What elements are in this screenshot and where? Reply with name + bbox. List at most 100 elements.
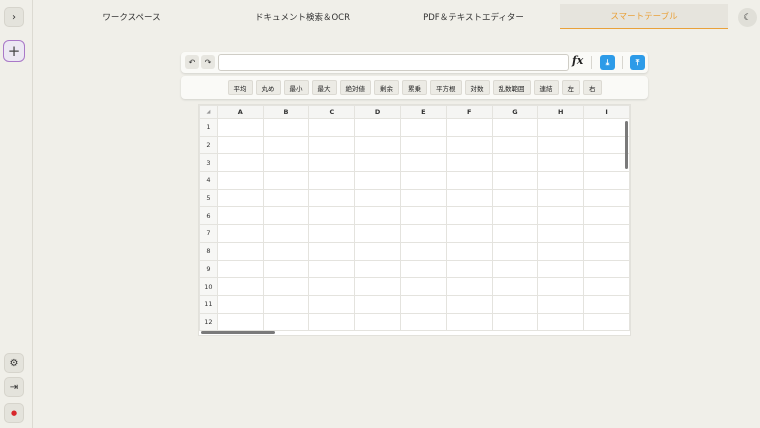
cell[interactable] [354, 224, 402, 243]
cell[interactable] [308, 312, 356, 332]
cell[interactable] [400, 312, 447, 332]
column-header[interactable]: E [400, 105, 447, 119]
cell[interactable] [583, 153, 630, 173]
cell[interactable] [445, 206, 493, 226]
cell[interactable] [354, 241, 402, 261]
row-header[interactable]: 5 [199, 188, 218, 208]
cell[interactable] [400, 241, 447, 261]
row-header[interactable]: 11 [199, 294, 218, 314]
cell[interactable] [216, 171, 264, 190]
cell[interactable] [308, 153, 356, 173]
cell[interactable] [445, 171, 493, 190]
cell[interactable] [491, 135, 539, 155]
cell[interactable] [354, 277, 402, 296]
cell[interactable] [400, 171, 447, 190]
cell[interactable] [400, 277, 447, 296]
row-header[interactable]: 8 [199, 241, 218, 261]
cell[interactable] [354, 294, 402, 314]
cell[interactable] [262, 224, 310, 243]
cell[interactable] [400, 188, 447, 208]
download-button[interactable]: ⤓ [600, 55, 615, 70]
cell[interactable] [262, 294, 310, 314]
cell[interactable] [491, 153, 539, 173]
upload-button[interactable]: ⤒ [630, 55, 645, 70]
cell[interactable] [262, 312, 310, 332]
cell[interactable] [400, 135, 447, 155]
row-header[interactable]: 9 [199, 259, 218, 279]
cell[interactable] [354, 153, 402, 173]
column-header[interactable]: F [445, 105, 493, 119]
cell[interactable] [216, 277, 264, 296]
func-min-button[interactable]: 最小 [283, 80, 309, 95]
column-header[interactable]: H [537, 105, 585, 119]
cell[interactable] [583, 206, 630, 226]
cell[interactable] [262, 135, 310, 155]
cell[interactable] [262, 277, 310, 296]
func-right-button[interactable]: 右 [583, 80, 602, 95]
cell[interactable] [537, 294, 585, 314]
cell[interactable] [262, 259, 310, 279]
func-abs-button[interactable]: 絶対値 [339, 80, 371, 95]
cell[interactable] [400, 259, 447, 279]
cell[interactable] [491, 259, 539, 279]
cell[interactable] [445, 277, 493, 296]
cell[interactable] [583, 135, 630, 155]
cell[interactable] [216, 118, 264, 137]
add-button[interactable]: + [3, 40, 25, 62]
cell[interactable] [445, 259, 493, 279]
cell[interactable] [445, 188, 493, 208]
cell[interactable] [354, 188, 402, 208]
cell[interactable] [491, 188, 539, 208]
cell[interactable] [262, 188, 310, 208]
cell[interactable] [308, 277, 356, 296]
cell[interactable] [445, 135, 493, 155]
tab-workspace[interactable]: ワークスペース [33, 4, 230, 29]
cell[interactable] [308, 259, 356, 279]
cell[interactable] [537, 277, 585, 296]
cell[interactable] [308, 241, 356, 261]
cell[interactable] [583, 188, 630, 208]
theme-toggle-button[interactable]: ☾ [738, 8, 757, 27]
cell[interactable] [583, 171, 630, 190]
tab-smart-table[interactable]: スマートテーブル [560, 4, 728, 29]
cell[interactable] [400, 206, 447, 226]
cell[interactable] [400, 294, 447, 314]
row-header[interactable]: 3 [199, 153, 218, 173]
formula-input[interactable] [218, 54, 569, 71]
cell[interactable] [262, 206, 310, 226]
logout-button[interactable]: ⇥ [4, 377, 24, 397]
cell[interactable] [583, 118, 630, 137]
cell[interactable] [400, 153, 447, 173]
redo-button[interactable]: ↷ [201, 55, 215, 69]
func-max-button[interactable]: 最大 [311, 80, 337, 95]
row-header[interactable]: 7 [199, 224, 218, 243]
func-mod-button[interactable]: 剰余 [374, 80, 399, 95]
cell[interactable] [308, 188, 356, 208]
record-button[interactable]: ● [4, 403, 24, 423]
func-randbetween-button[interactable]: 乱数範囲 [492, 80, 531, 95]
func-power-button[interactable]: 累乗 [402, 80, 427, 95]
row-header[interactable]: 1 [199, 118, 218, 137]
column-header[interactable]: A [216, 105, 264, 119]
cell[interactable] [537, 206, 585, 226]
cell[interactable] [491, 312, 539, 332]
cell[interactable] [262, 171, 310, 190]
cell[interactable] [354, 312, 402, 332]
cell[interactable] [262, 241, 310, 261]
spreadsheet[interactable]: ◢ ABCDEFGHI 1 2 3 4 5 6 7 8 9 10 11 12 [198, 104, 631, 336]
cell[interactable] [308, 206, 356, 226]
cell[interactable] [216, 206, 264, 226]
column-header[interactable]: C [308, 105, 356, 119]
row-header[interactable]: 2 [199, 135, 218, 155]
func-average-button[interactable]: 平均 [227, 80, 253, 95]
cell[interactable] [400, 224, 447, 243]
cell[interactable] [491, 224, 539, 243]
column-header[interactable]: D [354, 105, 402, 119]
cell[interactable] [537, 188, 585, 208]
cell[interactable] [308, 171, 356, 190]
cell[interactable] [445, 312, 493, 332]
cell[interactable] [354, 171, 402, 190]
cell[interactable] [583, 294, 630, 314]
cell[interactable] [445, 294, 493, 314]
cell[interactable] [216, 153, 264, 173]
